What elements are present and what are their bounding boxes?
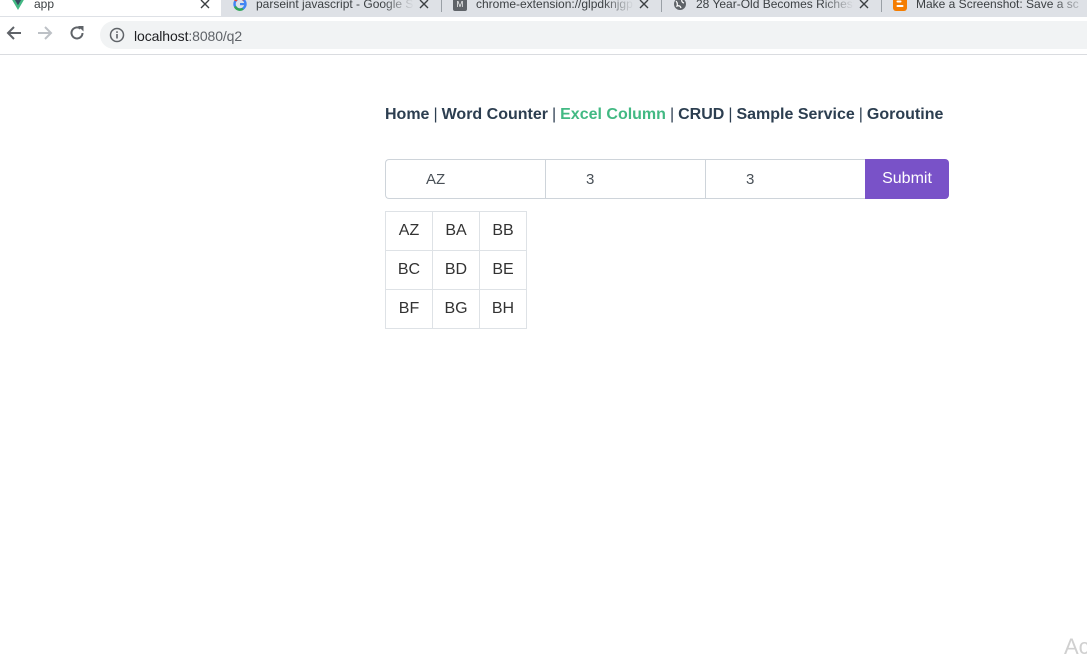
grid-cell: AZ <box>385 211 433 251</box>
close-icon[interactable] <box>416 0 432 12</box>
tab-title: 28 Year-Old Becomes Richest <box>696 0 854 11</box>
reload-icon <box>69 25 85 46</box>
column-grid: AZ BA BB BC BD BE BF BG BH <box>385 211 527 329</box>
globe-icon <box>672 0 688 12</box>
grid-cell: BG <box>432 289 480 329</box>
submit-button[interactable]: Submit <box>865 159 949 199</box>
nav-links: Home | Word Counter | Excel Column | CRUD | Samp… <box>385 106 943 124</box>
browser-tab-google[interactable]: parseint javascript - Google S <box>222 0 440 16</box>
table-row: BF BG BH <box>385 289 527 329</box>
rows-input[interactable] <box>545 159 705 199</box>
tab-title: app <box>34 0 55 11</box>
nav-separator: | <box>551 106 557 123</box>
blogger-icon <box>892 0 908 12</box>
grid-cell: BF <box>385 289 433 329</box>
browser-tab-blogger[interactable]: Make a Screenshot: Save a sc <box>882 0 1087 16</box>
arrow-left-icon <box>6 25 22 46</box>
browser-tab-article[interactable]: 28 Year-Old Becomes Richest <box>662 0 880 16</box>
close-icon[interactable] <box>636 0 652 12</box>
nav-separator: | <box>728 106 733 123</box>
close-icon[interactable] <box>856 0 872 12</box>
address-bar[interactable]: localhost:8080/q2 <box>100 21 1087 49</box>
nav-link-excel-column[interactable]: Excel Column <box>560 106 666 123</box>
browser-tab-strip: app parseint javascript - Google S M chr… <box>0 0 1087 17</box>
nav-link-sample-service[interactable]: Sample Service <box>736 106 854 123</box>
svg-text:M: M <box>457 0 464 9</box>
grid-cell: BE <box>479 250 527 290</box>
nav-separator: | <box>433 106 438 123</box>
grid-cell: BA <box>432 211 480 251</box>
table-row: BC BD BE <box>385 250 527 290</box>
url-text: localhost:8080/q2 <box>134 28 242 44</box>
extension-page-icon: M <box>452 0 468 12</box>
url-path: :8080/q2 <box>188 28 243 44</box>
nav-link-crud[interactable]: CRUD <box>678 106 724 123</box>
activation-watermark: Ac <box>1064 634 1087 659</box>
grid-cell: BB <box>479 211 527 251</box>
back-button[interactable] <box>2 23 26 47</box>
nav-link-goroutine[interactable]: Goroutine <box>867 106 943 123</box>
tab-title: Make a Screenshot: Save a sc <box>916 0 1079 11</box>
browser-toolbar: localhost:8080/q2 <box>0 17 1087 55</box>
nav-link-home[interactable]: Home <box>385 106 429 123</box>
grid-cell: BC <box>385 250 433 290</box>
nav-separator: | <box>858 106 863 123</box>
grid-cell: BD <box>432 250 480 290</box>
url-host: localhost <box>134 28 189 44</box>
forward-button[interactable] <box>33 23 57 47</box>
vue-logo-icon <box>10 0 26 12</box>
nav-link-word-counter[interactable]: Word Counter <box>442 106 548 123</box>
arrow-right-icon <box>37 25 53 46</box>
columns-input[interactable] <box>705 159 865 199</box>
close-icon[interactable] <box>197 0 213 12</box>
grid-cell: BH <box>479 289 527 329</box>
google-icon <box>232 0 248 12</box>
browser-tab-extension[interactable]: M chrome-extension://glpdknjgp <box>442 0 660 16</box>
excel-column-form: Submit <box>385 159 949 199</box>
nav-separator: | <box>669 106 675 123</box>
tab-title: chrome-extension://glpdknjgp <box>476 0 633 11</box>
start-column-input[interactable] <box>385 159 545 199</box>
reload-button[interactable] <box>65 23 89 47</box>
info-icon[interactable] <box>109 27 125 43</box>
table-row: AZ BA BB <box>385 211 527 251</box>
tab-title: parseint javascript - Google S <box>256 0 414 11</box>
browser-tab-app[interactable]: app <box>0 0 221 16</box>
